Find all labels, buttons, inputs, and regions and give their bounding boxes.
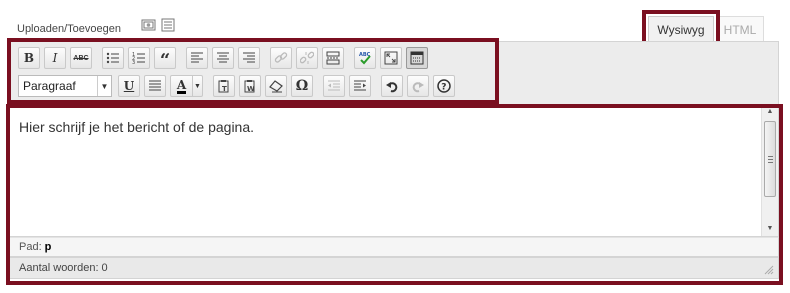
media-buttons <box>141 18 176 32</box>
add-gallery-icon[interactable] <box>160 18 176 32</box>
editor-top-row: Uploaden/Toevoegen Wysiwyg HTML <box>0 0 790 46</box>
upload-add-label[interactable]: Uploaden/Toevoegen <box>17 23 121 35</box>
add-media-icon[interactable] <box>141 18 157 32</box>
highlight-box-editor <box>6 104 783 285</box>
highlight-box-toolbar <box>7 38 499 104</box>
tab-html[interactable]: HTML <box>716 16 764 44</box>
